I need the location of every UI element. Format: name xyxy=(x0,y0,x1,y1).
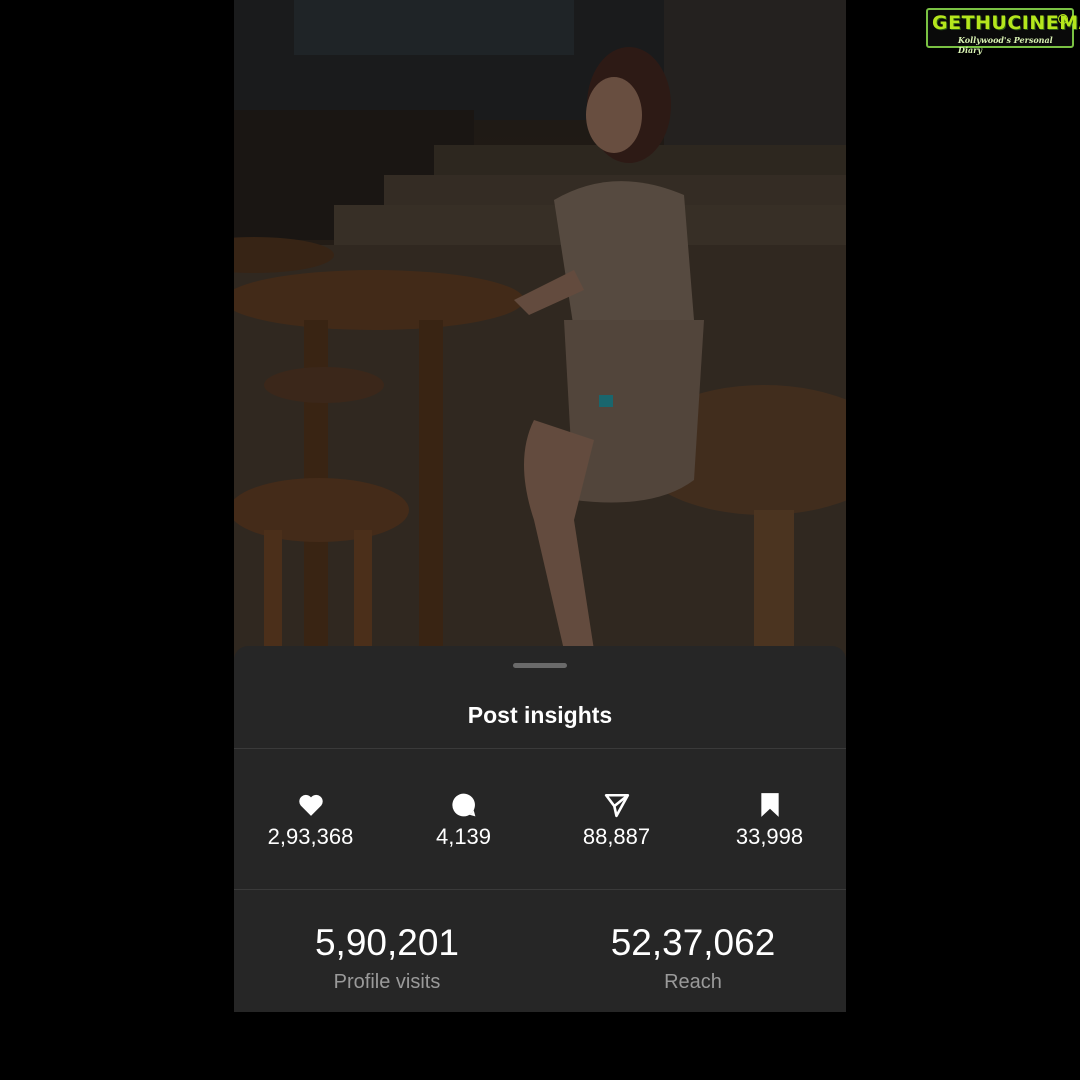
shares-count: 88,887 xyxy=(582,824,651,849)
screen: GETHUCINEMA Kollywood's Personal Diary P… xyxy=(0,0,1080,1080)
divider xyxy=(234,889,846,890)
engagement-stats: 2,93,368 4,139 88,887 33,998 xyxy=(234,792,846,856)
reach-value: 52,37,062 xyxy=(610,922,776,963)
bookmark-icon xyxy=(757,792,783,818)
comments-count: 4,139 xyxy=(435,824,492,849)
watermark-tagline: Kollywood's Personal Diary xyxy=(958,35,1053,55)
post-photo xyxy=(234,0,846,660)
post-insights-sheet: Post insights 2,93,368 4,139 88,887 33,9… xyxy=(234,646,846,1012)
stat-shares: 88,887 xyxy=(540,792,693,856)
heart-icon xyxy=(298,792,324,818)
reach-label: Reach xyxy=(664,971,722,993)
stat-likes: 2,93,368 xyxy=(234,792,387,856)
stat-comments: 4,139 xyxy=(387,792,540,856)
comment-icon xyxy=(451,792,477,818)
reach-summary: 5,90,201 Profile visits 52,37,062 Reach xyxy=(234,924,846,1004)
divider xyxy=(234,748,846,749)
stat-saves: 33,998 xyxy=(693,792,846,856)
sheet-title: Post insights xyxy=(467,702,613,728)
send-icon xyxy=(604,792,630,818)
profile-visits-stat: 5,90,201 Profile visits xyxy=(234,924,540,1004)
watermark-logo: GETHUCINEMA Kollywood's Personal Diary xyxy=(926,8,1080,55)
film-reel-icon xyxy=(1058,14,1068,24)
saves-count: 33,998 xyxy=(735,824,804,849)
reach-stat: 52,37,062 Reach xyxy=(540,924,846,1004)
profile-visits-label: Profile visits xyxy=(333,971,441,993)
likes-count: 2,93,368 xyxy=(267,824,354,849)
profile-visits-value: 5,90,201 xyxy=(314,922,460,963)
sheet-drag-handle[interactable] xyxy=(513,663,567,668)
photo-illustration xyxy=(234,0,846,660)
